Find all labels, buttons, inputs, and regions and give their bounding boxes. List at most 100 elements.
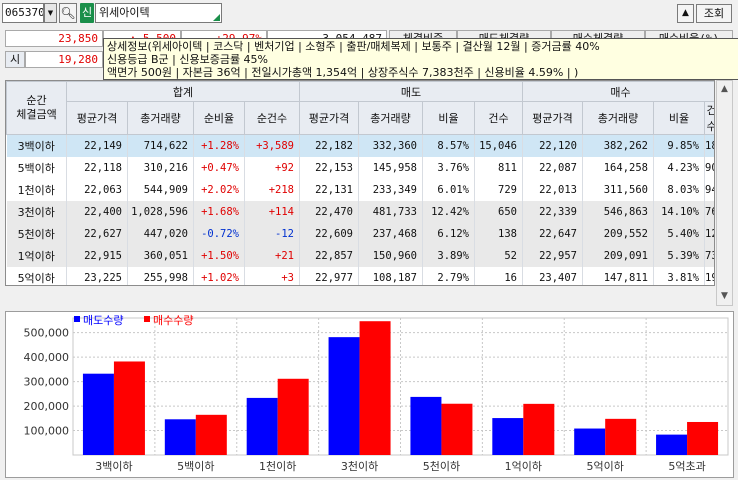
table-cell: 22,120 bbox=[522, 134, 583, 157]
bar-sell bbox=[328, 337, 360, 455]
row-label: 5백이하 bbox=[6, 156, 67, 179]
table-cell: 255,998 bbox=[127, 266, 194, 285]
table-cell: 22,400 bbox=[66, 200, 128, 223]
table-cell: 1,028,596 bbox=[127, 200, 194, 223]
table-cell: +1.28% bbox=[193, 134, 245, 157]
table-cell: +1.68% bbox=[193, 200, 245, 223]
tooltip-line: 상세정보(위세아이텍 | 코스닥 | 벤처기업 | 소형주 | 출판/매체복제 … bbox=[107, 40, 600, 53]
x-tick-label: 1억이하 bbox=[505, 459, 542, 473]
column-header: 평균가격 bbox=[66, 101, 128, 135]
table-row[interactable]: 3백이하 22,149 714,622 +1.28% +3,589 22,182 332,3… bbox=[6, 134, 714, 157]
stock-name-field[interactable]: 위세아이텍 bbox=[95, 3, 222, 23]
table-cell: 546,863 bbox=[582, 200, 654, 223]
y-tick-label: 100,000 bbox=[24, 425, 70, 438]
table-cell: +2.02% bbox=[193, 178, 245, 201]
table-cell: 8.03% bbox=[653, 178, 705, 201]
table-cell: 332,360 bbox=[358, 134, 423, 157]
column-header-row: 평균가격총거래량순비율순건수평균가격총거래량비율건수평균가격총거래량비율건수 bbox=[7, 101, 714, 135]
table-cell: 3.76% bbox=[422, 156, 475, 179]
column-header: 평균가격 bbox=[299, 101, 359, 135]
x-tick-label: 5억이하 bbox=[587, 459, 624, 473]
table-cell: 382,262 bbox=[582, 134, 654, 157]
execution-table: 순간 체결금액 합계 매도 매수 평균가격 총거래량 순비율 순건수 평균가격 총거래량 비… bbox=[5, 80, 715, 286]
table-cell: 138 bbox=[474, 222, 523, 245]
table-cell: 544,909 bbox=[127, 178, 194, 201]
bar-buy bbox=[113, 361, 145, 455]
table-cell: 2.79% bbox=[422, 266, 475, 285]
x-tick-label: 5백이하 bbox=[177, 459, 214, 473]
table-row[interactable]: 5천이하 22,627 447,020 -0.72% -12 22,609 237,468 6… bbox=[6, 222, 714, 245]
table-cell: 52 bbox=[474, 244, 523, 267]
table-cell: 12.42% bbox=[422, 200, 475, 223]
table-row[interactable]: 5백이하 22,118 310,216 +0.47% +92 22,153 145,958 3… bbox=[6, 156, 714, 179]
bar-buy bbox=[605, 418, 637, 455]
corner-marker-icon bbox=[213, 14, 220, 21]
table-cell: 108,187 bbox=[358, 266, 423, 285]
table-cell: 729 bbox=[474, 178, 523, 201]
table-cell: 73 bbox=[704, 244, 714, 267]
table-cell: 22,013 bbox=[522, 178, 583, 201]
table-cell: 164,258 bbox=[582, 156, 654, 179]
open-price: 19,280 bbox=[25, 51, 103, 68]
table-cell: 18,635 bbox=[704, 134, 714, 157]
table-cell: +114 bbox=[244, 200, 300, 223]
legend-label: 매수수량 bbox=[153, 314, 193, 327]
table-cell: 126 bbox=[704, 222, 714, 245]
row-label: 5천이하 bbox=[6, 222, 67, 245]
table-cell: 147,811 bbox=[582, 266, 654, 285]
bar-buy bbox=[195, 414, 227, 455]
up-arrow-button[interactable]: ▲ bbox=[677, 4, 694, 23]
y-tick-label: 500,000 bbox=[24, 327, 70, 340]
open-label: 시 bbox=[5, 51, 25, 68]
table-cell: 22,857 bbox=[299, 244, 359, 267]
y-tick-label: 300,000 bbox=[24, 376, 70, 389]
table-cell: 6.12% bbox=[422, 222, 475, 245]
table-row[interactable]: 1억이하 22,915 360,051 +1.50% +21 22,857 150,960 3… bbox=[6, 244, 714, 267]
table-cell: 310,216 bbox=[127, 156, 194, 179]
table-cell: 5.39% bbox=[653, 244, 705, 267]
stock-info-tooltip: 상세정보(위세아이텍 | 코스닥 | 벤처기업 | 소형주 | 출판/매체복제 … bbox=[103, 38, 738, 80]
table-cell: 22,339 bbox=[522, 200, 583, 223]
bar-sell bbox=[410, 396, 442, 455]
table-cell: 14.10% bbox=[653, 200, 705, 223]
bar-sell bbox=[492, 418, 524, 455]
table-cell: 233,349 bbox=[358, 178, 423, 201]
table-cell: 5.40% bbox=[653, 222, 705, 245]
table-cell: 4.23% bbox=[653, 156, 705, 179]
column-header: 건수 bbox=[474, 101, 523, 135]
table-row[interactable]: 1천이하 22,063 544,909 +2.02% +218 22,131 233,349… bbox=[6, 178, 714, 201]
table-cell: 22,977 bbox=[299, 266, 359, 285]
scroll-up-icon[interactable]: ▲ bbox=[717, 81, 732, 98]
code-dropdown-icon[interactable]: ▼ bbox=[44, 3, 57, 23]
column-header: 비율 bbox=[653, 101, 705, 135]
table-cell: -0.72% bbox=[193, 222, 245, 245]
column-header: 총거래량 bbox=[582, 101, 654, 135]
row-label: 3백이하 bbox=[6, 134, 67, 157]
table-cell: +3 bbox=[244, 266, 300, 285]
stock-code-input[interactable]: 065370 bbox=[2, 3, 44, 23]
search-icon[interactable]: 🔍︎ bbox=[59, 3, 77, 23]
table-row[interactable]: 5억이하 23,225 255,998 +1.02% +3 22,977 108,187 2.… bbox=[6, 266, 714, 285]
table-cell: 150,960 bbox=[358, 244, 423, 267]
x-tick-label: 3백이하 bbox=[95, 459, 132, 473]
vertical-scrollbar[interactable]: ▲ ▼ bbox=[716, 80, 733, 306]
table-cell: 19 bbox=[704, 266, 714, 285]
table-cell: 481,733 bbox=[358, 200, 423, 223]
table-cell: +1.02% bbox=[193, 266, 245, 285]
group-sell: 매도 bbox=[299, 81, 523, 102]
table-cell: +92 bbox=[244, 156, 300, 179]
table-cell: 8.57% bbox=[422, 134, 475, 157]
table-cell: 6.01% bbox=[422, 178, 475, 201]
row-label: 5억이하 bbox=[6, 266, 67, 285]
stock-name: 위세아이텍 bbox=[99, 6, 150, 19]
query-button[interactable]: 조회 bbox=[696, 4, 732, 23]
table-cell: +1.50% bbox=[193, 244, 245, 267]
table-cell: +21 bbox=[244, 244, 300, 267]
table-cell: +3,589 bbox=[244, 134, 300, 157]
row-label: 3천이하 bbox=[6, 200, 67, 223]
table-cell: 447,020 bbox=[127, 222, 194, 245]
bar-buy bbox=[523, 403, 555, 455]
row-label: 1억이하 bbox=[6, 244, 67, 267]
table-row[interactable]: 3천이하 22,400 1,028,596 +1.68% +114 22,470 481,7… bbox=[6, 200, 714, 223]
scroll-down-icon[interactable]: ▼ bbox=[717, 288, 732, 305]
